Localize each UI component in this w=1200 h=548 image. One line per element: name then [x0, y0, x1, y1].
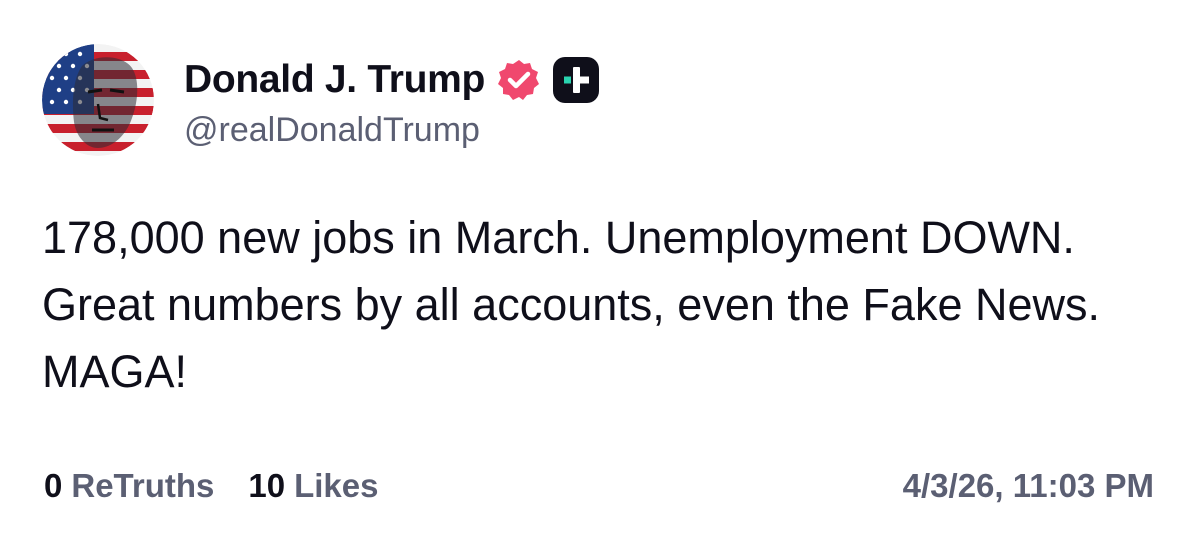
post-footer: 0 ReTruths 10 Likes 4/3/26, 11:03 PM [44, 462, 1154, 510]
author-identity: Donald J. Trump @realDonaldTrump [184, 51, 600, 150]
likes-count: 10 [248, 467, 286, 504]
avatar-image [42, 44, 154, 156]
retruths-label: ReTruths [71, 467, 215, 504]
retruths-count: 0 [44, 467, 63, 504]
post-timestamp[interactable]: 4/3/26, 11:03 PM [903, 467, 1154, 505]
author-handle[interactable]: @realDonaldTrump [184, 111, 599, 150]
retruths-stat[interactable]: 0 ReTruths [44, 467, 214, 505]
post-body-text: 178,000 new jobs in March. Unemployment … [42, 212, 1101, 397]
truth-plus-icon [553, 56, 600, 103]
post-header: Donald J. Trump @realDonaldTrump [42, 44, 600, 156]
profile-avatar[interactable] [42, 44, 154, 156]
verified-badge-icon [497, 58, 541, 102]
author-display-name[interactable]: Donald J. Trump [184, 58, 485, 102]
post-stats: 0 ReTruths 10 Likes [44, 467, 379, 505]
truth-social-post: Donald J. Trump @realDonaldTrump 178,000… [0, 0, 1200, 548]
likes-stat[interactable]: 10 Likes [248, 467, 378, 505]
likes-label: Likes [294, 467, 379, 504]
author-name-row: Donald J. Trump [184, 51, 600, 109]
